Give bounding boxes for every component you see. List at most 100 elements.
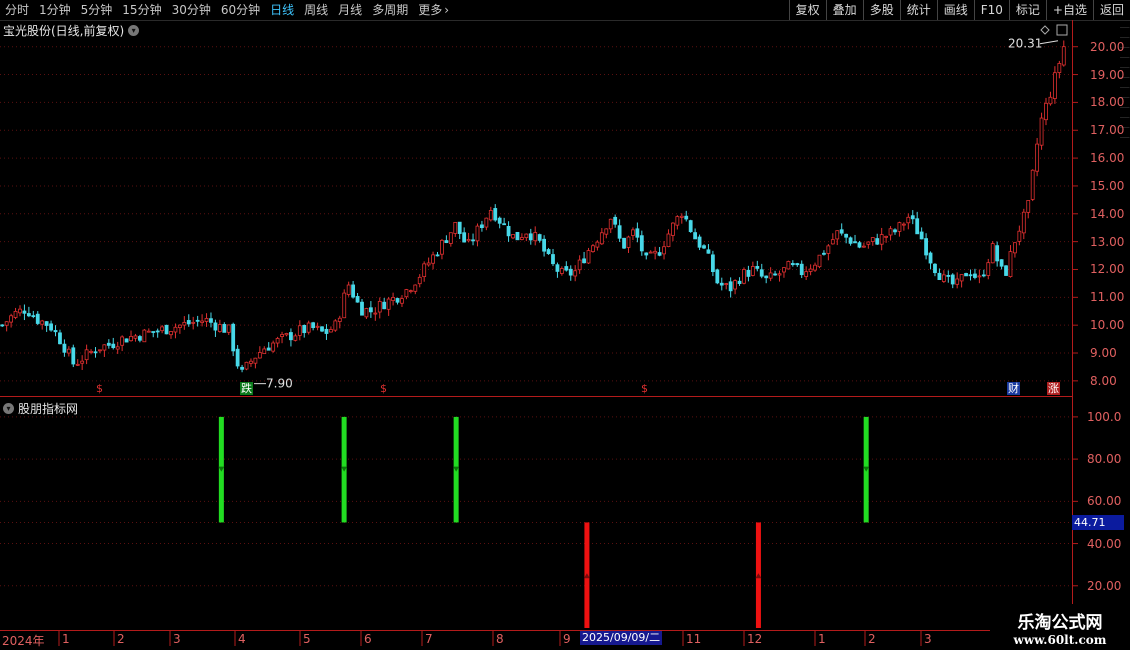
candle-body [626, 236, 631, 248]
candle-body [106, 342, 111, 346]
candle-body [297, 325, 302, 336]
candle-body [777, 273, 782, 276]
candle-body [453, 221, 458, 234]
candle-body [182, 321, 187, 326]
event-marker[interactable]: $ [641, 382, 648, 395]
candle-body [693, 232, 698, 240]
candle-body [857, 242, 862, 248]
candle-body [191, 321, 196, 324]
panel-toggle-icon [1056, 24, 1068, 36]
candle-body [89, 350, 93, 353]
candle-body [1061, 46, 1066, 66]
candle-body [870, 237, 875, 242]
candle-body [457, 221, 462, 234]
candle-body [284, 333, 289, 336]
candle-body [129, 336, 133, 342]
candle-body [697, 236, 702, 248]
candle-body [377, 301, 382, 313]
y-tick-label: 20.00 [1090, 39, 1125, 54]
candle-body [631, 229, 635, 236]
candle-body [666, 233, 671, 247]
high-arrow [1039, 40, 1059, 45]
watermark-url: www.60lt.com [1013, 633, 1107, 647]
candle-body [959, 274, 964, 282]
candle-body [177, 324, 182, 328]
x-tick-label: 2 [868, 632, 876, 646]
y-tick-label: 80.00 [1087, 452, 1122, 467]
candle-body [351, 284, 356, 298]
candle-body [790, 263, 795, 266]
candle-body [946, 275, 951, 277]
candle-body [595, 241, 600, 248]
candle-body [910, 215, 915, 220]
candle-body [249, 360, 253, 364]
event-marker[interactable]: 财 [1007, 382, 1020, 395]
candle-body [413, 284, 418, 292]
candle-body [244, 361, 249, 370]
candle-body [422, 263, 427, 278]
candle-body [893, 229, 897, 233]
candle-body [808, 268, 813, 272]
candle-body [133, 335, 138, 339]
y-tick-label: 19.00 [1090, 67, 1125, 82]
candle-body [599, 232, 604, 245]
watermark: 乐淘公式网 www.60lt.com [990, 604, 1130, 650]
event-marker[interactable]: $ [96, 382, 103, 395]
candle-body [519, 237, 524, 240]
candle-body [715, 269, 720, 284]
candle-body [546, 249, 551, 255]
candle-body [968, 274, 973, 277]
event-marker[interactable]: $ [380, 382, 387, 395]
candle-body [98, 349, 102, 352]
candle-body [782, 267, 786, 273]
event-marker[interactable]: 涨 [1047, 382, 1060, 395]
candle-body [275, 338, 280, 344]
candle-body [981, 274, 986, 277]
candle-body [111, 343, 116, 349]
candle-body [315, 325, 320, 328]
candle-body [1057, 63, 1062, 73]
candle-body [955, 278, 960, 285]
candle-body [4, 321, 9, 326]
candle-body [591, 245, 595, 253]
candle-body [493, 208, 498, 221]
candle-body [746, 269, 751, 277]
candle-body [879, 234, 884, 245]
candle-body [542, 238, 547, 252]
candle-body [404, 289, 409, 298]
candle-body [995, 245, 1000, 262]
candle-body [1048, 96, 1053, 105]
x-tick-label: 3 [924, 632, 932, 646]
candle-body [151, 331, 156, 333]
candle-body [155, 330, 160, 333]
x-tick-label: 7 [425, 632, 433, 646]
candle-body [364, 308, 369, 318]
candle-body [906, 216, 911, 224]
candle-body [395, 298, 400, 303]
candle-body [866, 241, 871, 245]
y-tick-label: 18.00 [1090, 95, 1125, 110]
candle-body [115, 346, 120, 350]
candle-body [204, 318, 209, 322]
candle-body [289, 332, 293, 341]
candle-body [71, 347, 76, 365]
candle-body [391, 297, 395, 301]
candle-body [306, 322, 311, 333]
y-tick-label: 40.00 [1087, 536, 1122, 551]
candle-body [1035, 143, 1040, 172]
candle-body [408, 290, 413, 292]
candle-body [373, 312, 378, 315]
candle-body [875, 238, 880, 245]
candle-body [173, 326, 178, 333]
candle-body [84, 349, 89, 361]
candle-body [400, 298, 404, 304]
candle-body [764, 275, 769, 279]
candle-body [710, 254, 715, 272]
candle-body [1008, 251, 1013, 277]
candle-body [586, 250, 591, 264]
chart-canvas: 20.31 7.90 [0, 24, 1078, 646]
candle-body [759, 269, 764, 277]
event-marker[interactable]: 跌 [240, 382, 253, 395]
candle-body [844, 233, 849, 238]
y-tick-label: 14.00 [1090, 206, 1125, 221]
